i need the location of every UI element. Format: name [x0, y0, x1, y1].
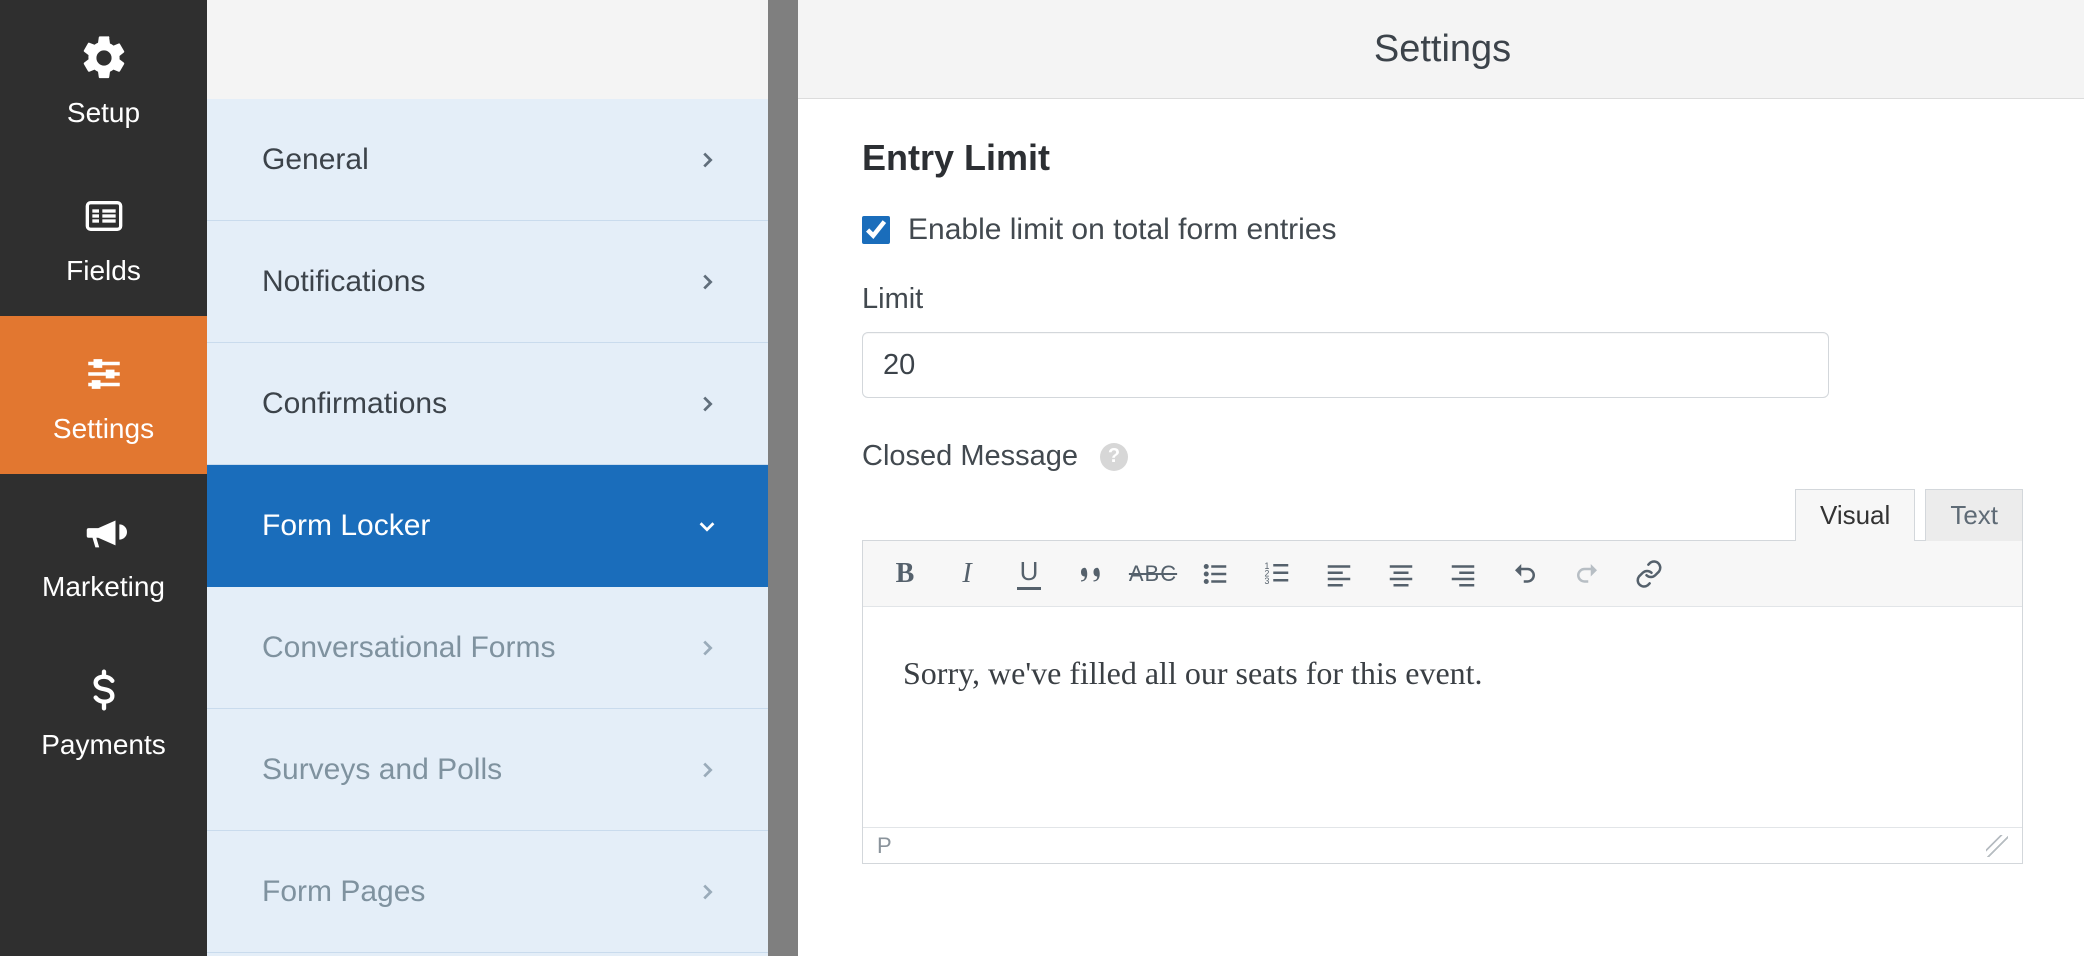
form-fields-icon: [75, 187, 133, 245]
chevron-right-icon: [694, 269, 720, 295]
nav-payments-label: Payments: [41, 729, 166, 761]
enable-entry-limit-label[interactable]: Enable limit on total form entries: [908, 213, 1337, 247]
toolbar-link-button[interactable]: [1621, 551, 1677, 597]
closed-message-editor: Visual Text B I U ABC 123: [862, 489, 2023, 864]
bullhorn-icon: [75, 503, 133, 561]
toolbar-undo-button[interactable]: [1497, 551, 1553, 597]
submenu-notifications-label: Notifications: [262, 265, 425, 299]
submenu-form-pages[interactable]: Form Pages: [207, 831, 768, 953]
editor-tab-strip: Visual Text: [862, 489, 2023, 541]
chevron-right-icon: [694, 147, 720, 173]
enable-entry-limit-row: Enable limit on total form entries: [862, 213, 2023, 247]
submenu-conversational-forms[interactable]: Conversational Forms: [207, 587, 768, 709]
nav-settings-label: Settings: [53, 413, 154, 445]
submenu-header-spacer: [207, 0, 768, 99]
chevron-down-icon: [694, 513, 720, 539]
editor-content-area[interactable]: Sorry, we've filled all our seats for th…: [863, 607, 2022, 827]
editor-element-path[interactable]: P: [877, 833, 892, 859]
chevron-right-icon: [694, 879, 720, 905]
svg-text:3: 3: [1265, 576, 1270, 586]
nav-marketing[interactable]: Marketing: [0, 474, 207, 632]
nav-marketing-label: Marketing: [42, 571, 165, 603]
submenu-confirmations[interactable]: Confirmations: [207, 343, 768, 465]
submenu-notifications[interactable]: Notifications: [207, 221, 768, 343]
nav-setup[interactable]: Setup: [0, 0, 207, 158]
toolbar-blockquote-button[interactable]: [1063, 551, 1119, 597]
toolbar-strikethrough-button[interactable]: ABC: [1125, 551, 1181, 597]
chevron-right-icon: [694, 391, 720, 417]
nav-payments[interactable]: Payments: [0, 632, 207, 790]
nav-settings[interactable]: Settings: [0, 316, 207, 474]
submenu-surveys-polls-label: Surveys and Polls: [262, 753, 502, 787]
editor-tab-text[interactable]: Text: [1925, 489, 2023, 541]
chevron-right-icon: [694, 757, 720, 783]
nav-fields-label: Fields: [66, 255, 141, 287]
limit-input[interactable]: [862, 332, 1829, 398]
submenu-surveys-polls[interactable]: Surveys and Polls: [207, 709, 768, 831]
submenu-confirmations-label: Confirmations: [262, 387, 447, 421]
rich-text-editor: B I U ABC 123: [862, 540, 2023, 864]
limit-field-label: Limit: [862, 283, 2023, 316]
toolbar-underline-button[interactable]: U: [1001, 551, 1057, 597]
entry-limit-heading: Entry Limit: [862, 137, 2023, 179]
nav-fields[interactable]: Fields: [0, 158, 207, 316]
form-locker-entry-limit-section: Entry Limit Enable limit on total form e…: [798, 99, 2084, 864]
editor-tab-visual[interactable]: Visual: [1795, 489, 1915, 541]
submenu-form-pages-label: Form Pages: [262, 875, 425, 909]
toolbar-bullet-list-button[interactable]: [1187, 551, 1243, 597]
editor-resize-handle[interactable]: [1986, 835, 2008, 857]
help-icon[interactable]: ?: [1100, 443, 1128, 471]
toolbar-align-right-button[interactable]: [1435, 551, 1491, 597]
toolbar-bold-button[interactable]: B: [877, 551, 933, 597]
chevron-right-icon: [694, 635, 720, 661]
nav-setup-label: Setup: [67, 97, 140, 129]
toolbar-align-center-button[interactable]: [1373, 551, 1429, 597]
dollar-icon: [75, 661, 133, 719]
enable-entry-limit-checkbox[interactable]: [862, 216, 890, 244]
panel-divider: [768, 0, 798, 956]
submenu-general-label: General: [262, 143, 369, 177]
editor-status-bar: P: [863, 827, 2022, 863]
main-panel: Settings Entry Limit Enable limit on tot…: [798, 0, 2084, 956]
closed-message-label: Closed Message ?: [862, 440, 2023, 473]
toolbar-align-left-button[interactable]: [1311, 551, 1367, 597]
closed-message-label-text: Closed Message: [862, 440, 1078, 473]
page-title: Settings: [798, 0, 2084, 99]
sliders-icon: [75, 345, 133, 403]
primary-nav: Setup Fields Settings Marketing: [0, 0, 207, 956]
submenu-form-locker[interactable]: Form Locker: [207, 465, 768, 587]
settings-submenu: General Notifications Confirmations Form…: [207, 0, 768, 956]
toolbar-redo-button[interactable]: [1559, 551, 1615, 597]
toolbar-numbered-list-button[interactable]: 123: [1249, 551, 1305, 597]
submenu-conversational-forms-label: Conversational Forms: [262, 631, 555, 665]
submenu-general[interactable]: General: [207, 99, 768, 221]
gear-icon: [75, 29, 133, 87]
toolbar-italic-button[interactable]: I: [939, 551, 995, 597]
editor-toolbar: B I U ABC 123: [863, 541, 2022, 607]
submenu-form-locker-label: Form Locker: [262, 509, 430, 543]
